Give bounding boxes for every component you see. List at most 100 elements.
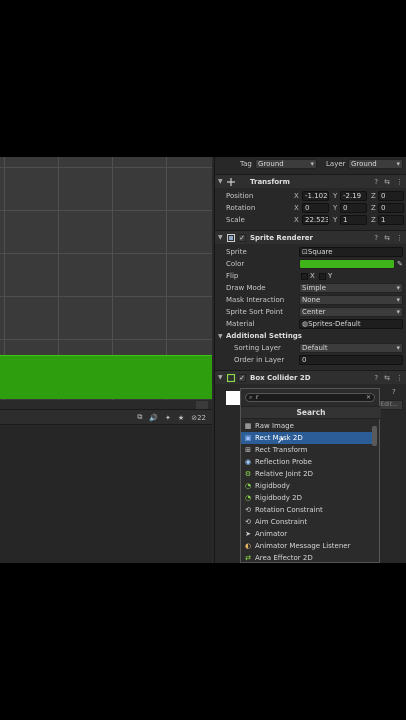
flip-row: Flip X Y xyxy=(215,270,406,282)
scale-x-field[interactable]: 22.523 xyxy=(302,215,329,225)
color-swatch[interactable] xyxy=(299,259,395,269)
position-x-field[interactable]: -1.1022 xyxy=(302,191,329,201)
preset-icon[interactable]: ⇆ xyxy=(384,178,390,186)
edit-collider-label: Edit... xyxy=(380,401,398,408)
fold-arrow-icon[interactable]: ▼ xyxy=(218,333,223,340)
sprite-row: Sprite ⊡Square xyxy=(215,246,406,258)
preset-icon[interactable]: ⇆ xyxy=(384,234,390,242)
tag-dropdown[interactable]: Ground xyxy=(255,159,317,169)
popup-scrollbar[interactable] xyxy=(372,420,377,560)
component-list-item[interactable]: ⊞ Rect Transform xyxy=(241,444,373,456)
scrollbar-thumb[interactable] xyxy=(372,426,377,446)
mask-dropdown[interactable]: None xyxy=(299,295,403,305)
scene-toolbar: ⧉ 🔊 ✦ ★ ⊘22 xyxy=(0,409,212,425)
sorting-layer-dropdown[interactable]: Default xyxy=(299,343,403,353)
component-list-item[interactable]: ▣ Rect Mask 2D xyxy=(241,432,373,444)
more-icon[interactable]: ⋮ xyxy=(396,234,403,242)
help-icon[interactable]: ? xyxy=(392,388,396,396)
star-icon[interactable]: ★ xyxy=(178,414,184,422)
component-list-item-label: Animator xyxy=(255,530,288,538)
box-collider-header[interactable]: ▼ ✓ Box Collider 2D ? ⇆ ⋮ xyxy=(215,370,406,384)
help-icon[interactable]: ? xyxy=(374,374,378,382)
tag-label: Tag xyxy=(240,160,252,168)
rotation-y-field[interactable]: 0 xyxy=(340,203,367,213)
layer-dropdown[interactable]: Ground xyxy=(348,159,403,169)
audio-icon[interactable]: 🔊 xyxy=(149,414,158,422)
help-icon[interactable]: ? xyxy=(374,234,378,242)
additional-settings-row[interactable]: ▼ Additional Settings xyxy=(215,330,406,342)
component-list-item[interactable]: ◔ Rigidbody xyxy=(241,480,373,492)
eyedropper-icon[interactable]: ✎ xyxy=(397,260,403,268)
component-list-item[interactable]: ⇄ Area Effector 2D xyxy=(241,552,373,564)
constraint-icon: ⟲ xyxy=(245,506,251,514)
enabled-checkbox[interactable]: ✓ xyxy=(238,234,246,242)
mask-row: Mask Interaction None xyxy=(215,294,406,306)
sprite-renderer-title: Sprite Renderer xyxy=(250,233,313,242)
position-y-field[interactable]: -2.19 xyxy=(340,191,367,201)
ground-sprite[interactable] xyxy=(0,355,212,399)
y-axis-label: Y xyxy=(333,204,338,212)
component-list-item[interactable]: ◐ Animator Message Listener xyxy=(241,540,373,552)
component-list-item[interactable]: ⟲ Aim Constraint xyxy=(241,516,373,528)
component-list: ▦ Raw Image ▣ Rect Mask 2D ⊞ Rect Transform ◉ R… xyxy=(241,420,373,564)
component-list-item[interactable]: ➤ Animator xyxy=(241,528,373,540)
order-in-layer-label: Order in Layer xyxy=(234,356,285,364)
scale-y-field[interactable]: 1 xyxy=(340,215,367,225)
rotation-x-field[interactable]: 0 xyxy=(302,203,329,213)
visibility-count[interactable]: ⊘22 xyxy=(191,414,206,422)
rotation-z-field[interactable]: 0 xyxy=(378,203,404,213)
add-component-popup: ⌕ r ✕ Search ▦ Raw Image ▣ Rect Mask 2D ⊞ Rec… xyxy=(240,388,381,564)
order-in-layer-field[interactable]: 0 xyxy=(299,355,403,365)
reflection-probe-icon: ◉ xyxy=(244,458,252,466)
material-field[interactable]: ◍Sprites-Default xyxy=(299,319,403,329)
position-label: Position xyxy=(226,192,254,200)
sprite-value: Square xyxy=(307,248,333,256)
flip-y-label: Y xyxy=(328,272,333,280)
effector-icon: ⇄ xyxy=(245,554,251,562)
component-list-item-label: Rotation Constraint xyxy=(255,506,323,514)
animator-icon: ➤ xyxy=(245,530,251,538)
rect-tool-icon[interactable]: ⧉ xyxy=(137,413,142,422)
component-list-item[interactable]: ⟲ Rotation Constraint xyxy=(241,504,373,516)
clear-search-icon[interactable]: ✕ xyxy=(366,394,371,401)
scene-view[interactable]: ⧉ 🔊 ✦ ★ ⊘22 xyxy=(0,157,212,563)
rect-transform-icon: ⊞ xyxy=(245,446,251,454)
enabled-checkbox[interactable]: ✓ xyxy=(238,374,246,382)
component-list-item[interactable]: ◉ Reflection Probe xyxy=(241,456,373,468)
scale-x-value: 22.523 xyxy=(305,216,329,224)
position-y-value: -2.19 xyxy=(343,192,362,200)
more-icon[interactable]: ⋮ xyxy=(396,178,403,186)
x-axis-label: X xyxy=(294,216,299,224)
sprite-field[interactable]: ⊡Square xyxy=(299,247,403,257)
more-icon[interactable]: ⋮ xyxy=(396,374,403,382)
draw-mode-value: Simple xyxy=(302,284,326,292)
sort-point-dropdown[interactable]: Center xyxy=(299,307,403,317)
sort-point-label: Sprite Sort Point xyxy=(226,308,283,316)
help-icon[interactable]: ? xyxy=(374,178,378,186)
component-list-item[interactable]: ◔ Rigidbody 2D xyxy=(241,492,373,504)
draw-mode-dropdown[interactable]: Simple xyxy=(299,283,403,293)
scene-scroll-tab[interactable] xyxy=(196,401,208,409)
edit-collider-swatch[interactable] xyxy=(226,391,240,405)
fold-arrow-icon[interactable]: ▼ xyxy=(218,374,223,381)
fold-arrow-icon[interactable]: ▼ xyxy=(218,234,223,241)
component-list-item[interactable]: ⚙ Relative Joint 2D xyxy=(241,468,373,480)
material-label: Material xyxy=(226,320,255,328)
fold-arrow-icon[interactable]: ▼ xyxy=(218,178,223,185)
flip-x-checkbox[interactable] xyxy=(301,272,308,280)
component-search-input[interactable]: ⌕ r ✕ xyxy=(245,393,375,402)
component-list-item[interactable]: ▦ Raw Image xyxy=(241,420,373,432)
transform-header[interactable]: ▼ Transform ? ⇆ ⋮ xyxy=(215,174,406,188)
sprite-label: Sprite xyxy=(226,248,247,256)
effects-icon[interactable]: ✦ xyxy=(165,414,171,422)
material-value: Sprites-Default xyxy=(308,320,361,328)
preset-icon[interactable]: ⇆ xyxy=(384,374,390,382)
flip-y-checkbox[interactable] xyxy=(319,272,326,280)
popup-title: Search xyxy=(241,406,381,419)
rotation-y-value: 0 xyxy=(343,204,348,212)
x-axis-label: X xyxy=(294,204,299,212)
scale-z-field[interactable]: 1 xyxy=(378,215,404,225)
sprite-renderer-header[interactable]: ▼ ✓ Sprite Renderer ? ⇆ ⋮ xyxy=(215,230,406,244)
rigidbody-icon: ◔ xyxy=(244,494,252,502)
position-z-field[interactable]: 0 xyxy=(378,191,404,201)
